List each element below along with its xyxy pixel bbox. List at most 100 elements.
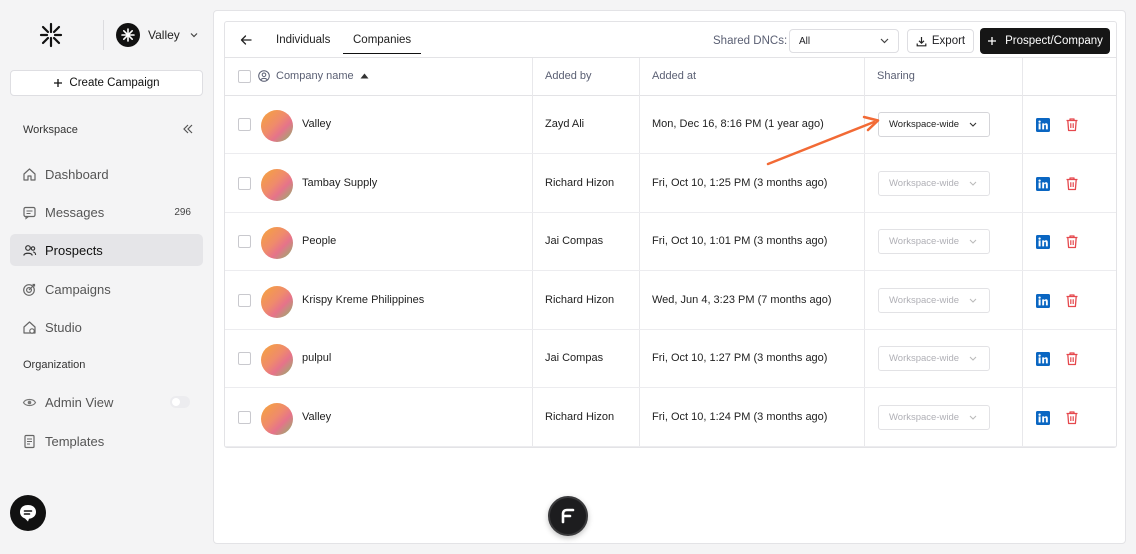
column-header-added-at: Added at	[652, 70, 696, 82]
sharing-select[interactable]: Workspace-wide	[878, 405, 990, 430]
sidebar-item-label: Prospects	[45, 242, 103, 258]
messages-count-badge: 296	[174, 206, 191, 218]
shared-dncs-value: All	[799, 35, 811, 47]
added-by: Zayd Ali	[545, 118, 585, 130]
eye-icon	[22, 398, 37, 406]
back-arrow-icon[interactable]	[239, 33, 253, 47]
table-row[interactable]: Valley Richard Hizon Fri, Oct 10, 1:24 P…	[225, 389, 1116, 447]
sharing-value: Workspace-wide	[889, 412, 960, 423]
sidebar-item-label: Dashboard	[45, 166, 109, 182]
row-checkbox[interactable]	[238, 411, 251, 424]
sort-ascending-icon[interactable]	[360, 73, 369, 79]
chevron-down-icon	[969, 298, 977, 303]
delete-trash-icon[interactable]	[1065, 117, 1079, 132]
company-name[interactable]: Valley	[302, 411, 331, 423]
linkedin-icon[interactable]	[1036, 235, 1050, 250]
add-prospect-company-button[interactable]: Prospect/Company	[980, 28, 1110, 54]
linkedin-icon[interactable]	[1036, 293, 1050, 308]
row-checkbox[interactable]	[238, 235, 251, 249]
table-row[interactable]: People Jai Compas Fri, Oct 10, 1:01 PM (…	[225, 213, 1116, 272]
table-row[interactable]: Krispy Kreme Philippines Richard Hizon W…	[225, 272, 1116, 330]
delete-trash-icon[interactable]	[1065, 293, 1079, 308]
sharing-value: Workspace-wide	[889, 236, 960, 248]
floating-app-button[interactable]	[548, 496, 588, 536]
added-by: Richard Hizon	[545, 176, 615, 189]
studio-icon	[23, 320, 36, 334]
row-checkbox[interactable]	[238, 293, 251, 307]
sidebar-item-studio[interactable]: Studio	[10, 311, 203, 343]
sharing-select[interactable]: Workspace-wide	[878, 287, 990, 313]
row-checkbox[interactable]	[238, 118, 251, 131]
sharing-select[interactable]: Workspace-wide	[878, 229, 990, 255]
sidebar-item-prospects[interactable]: Prospects	[10, 234, 203, 266]
delete-trash-icon[interactable]	[1065, 410, 1079, 425]
admin-view-toggle[interactable]	[170, 396, 190, 408]
linkedin-icon[interactable]	[1036, 411, 1050, 425]
added-by: Jai Compas	[545, 352, 604, 365]
company-name[interactable]: Valley	[302, 118, 331, 130]
sidebar-item-label: Messages	[45, 204, 105, 220]
column-label: Added at	[652, 70, 697, 82]
main-panel: Individuals Companies Shared DNCs: All E…	[213, 10, 1126, 544]
column-header-company-name[interactable]: Company name	[258, 70, 369, 82]
chevron-down-icon	[880, 38, 889, 44]
delete-trash-icon[interactable]	[1065, 234, 1079, 249]
company-avatar	[261, 403, 293, 435]
asterisk-logo-icon[interactable]	[38, 22, 64, 48]
company-name[interactable]: People	[302, 235, 336, 247]
user-circle-icon	[258, 70, 270, 82]
support-chat-button[interactable]	[10, 495, 46, 531]
company-avatar	[261, 110, 293, 142]
table-row[interactable]: Valley Zayd Ali Mon, Dec 16, 8:16 PM (1 …	[225, 96, 1116, 154]
table-row[interactable]: Tambay Supply Richard Hizon Fri, Oct 10,…	[225, 155, 1116, 213]
sharing-value: Workspace-wide	[889, 353, 960, 365]
column-label: Sharing	[877, 70, 915, 82]
sidebar-item-messages[interactable]: Messages 296	[10, 196, 203, 228]
company-name[interactable]: Tambay Supply	[302, 177, 377, 189]
collapse-sidebar-icon[interactable]	[183, 123, 193, 135]
sharing-select[interactable]: Workspace-wide	[878, 170, 990, 196]
sidebar-item-label: Studio	[45, 319, 82, 335]
plus-icon	[54, 79, 63, 87]
added-at: Fri, Oct 10, 1:27 PM (3 months ago)	[652, 352, 828, 365]
logo-divider	[103, 20, 104, 50]
column-header-added-by: Added by	[545, 70, 591, 82]
delete-trash-icon[interactable]	[1065, 351, 1079, 366]
column-label: Added by	[545, 70, 592, 82]
tab-companies[interactable]: Companies	[343, 34, 422, 54]
sidebar-item-templates[interactable]: Templates	[10, 425, 203, 457]
chevron-down-icon	[190, 33, 198, 38]
sidebar-item-dashboard[interactable]: Dashboard	[10, 158, 203, 190]
sidebar-item-admin-view[interactable]: Admin View	[10, 386, 203, 418]
added-at: Mon, Dec 16, 8:16 PM (1 year ago)	[652, 118, 824, 130]
linkedin-icon[interactable]	[1036, 352, 1050, 367]
company-name[interactable]: Krispy Kreme Philippines	[302, 294, 424, 306]
plus-icon	[988, 37, 997, 45]
sharing-value: Workspace-wide	[889, 119, 960, 130]
table-row[interactable]: pulpul Jai Compas Fri, Oct 10, 1:27 PM (…	[225, 330, 1116, 389]
app-logo-icon	[561, 508, 575, 524]
linkedin-icon[interactable]	[1036, 176, 1050, 191]
row-checkbox[interactable]	[238, 352, 251, 366]
users-icon	[23, 244, 37, 256]
message-icon	[23, 206, 36, 220]
added-by: Richard Hizon	[545, 293, 615, 306]
added-at: Fri, Oct 10, 1:01 PM (3 months ago)	[652, 235, 828, 248]
company-name[interactable]: pulpul	[302, 352, 331, 364]
export-button[interactable]: Export	[907, 29, 974, 53]
tab-individuals[interactable]: Individuals	[276, 34, 330, 46]
workspace-name: Valley	[148, 28, 180, 42]
delete-trash-icon[interactable]	[1065, 176, 1079, 191]
row-checkbox[interactable]	[238, 176, 251, 190]
chevron-down-icon	[969, 357, 977, 362]
company-avatar	[261, 344, 293, 377]
create-campaign-button[interactable]: Create Campaign	[10, 70, 203, 96]
sharing-select[interactable]: Workspace-wide	[878, 112, 990, 137]
select-all-checkbox[interactable]	[238, 70, 251, 83]
sharing-select[interactable]: Workspace-wide	[878, 346, 990, 372]
sidebar-item-campaigns[interactable]: Campaigns	[10, 273, 203, 305]
chevron-down-icon	[969, 415, 977, 420]
workspace-switcher[interactable]: Valley	[116, 23, 198, 47]
shared-dncs-select[interactable]: All	[789, 29, 899, 53]
linkedin-icon[interactable]	[1036, 118, 1050, 132]
